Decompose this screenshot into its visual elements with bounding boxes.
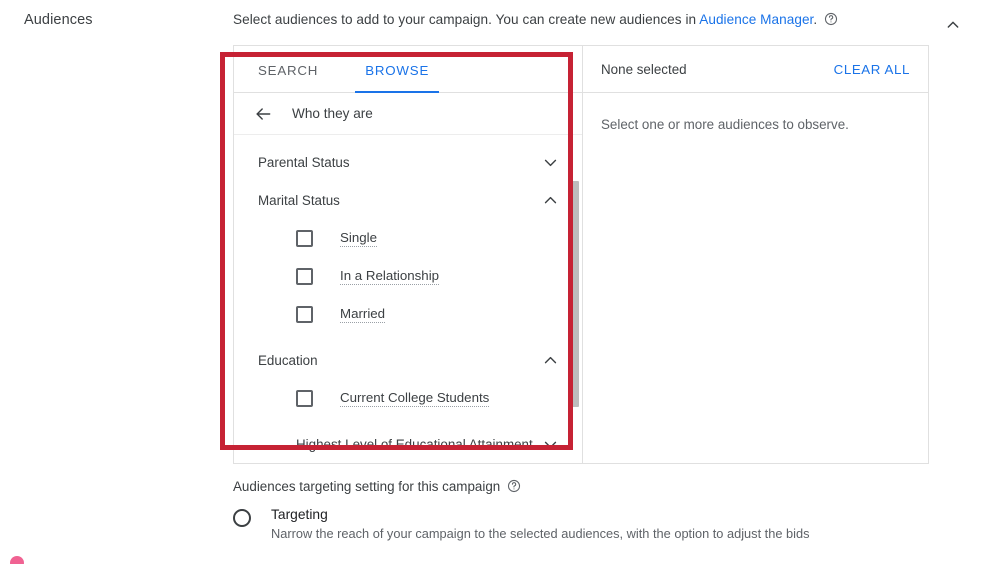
group-label: Highest Level of Educational Attainment xyxy=(296,436,533,452)
group-label: Parental Status xyxy=(258,154,350,170)
audiences-settings-panel: Audiences Select audiences to add to you… xyxy=(0,0,995,564)
targeting-option-description: Narrow the reach of your campaign to the… xyxy=(271,526,810,541)
group-row-parental-status[interactable]: Parental Status xyxy=(234,143,582,181)
group-row-marital-status[interactable]: Marital Status xyxy=(234,181,582,219)
audience-manager-link[interactable]: Audience Manager xyxy=(699,12,813,27)
browse-pane: SEARCH BROWSE Who they are Parental Stat… xyxy=(234,46,583,463)
targeting-setting-title: Audiences targeting setting for this cam… xyxy=(233,479,521,496)
header-description-prefix: Select audiences to add to your campaign… xyxy=(233,12,700,27)
audience-selector-panel: SEARCH BROWSE Who they are Parental Stat… xyxy=(233,45,929,464)
clear-all-button[interactable]: CLEAR ALL xyxy=(834,62,910,77)
selection-empty-text: Select one or more audiences to observe. xyxy=(601,117,849,132)
checkbox-label: Single xyxy=(340,229,377,247)
selection-header: None selected CLEAR ALL xyxy=(583,46,928,93)
breadcrumb-back-row[interactable]: Who they are xyxy=(234,93,582,135)
targeting-setting-label: Audiences targeting setting for this cam… xyxy=(233,479,501,494)
arrow-left-icon[interactable] xyxy=(252,103,274,125)
chevron-up-icon[interactable] xyxy=(540,190,560,210)
checkbox-label: Married xyxy=(340,305,386,323)
checkbox-icon[interactable] xyxy=(296,389,313,407)
browse-tabs: SEARCH BROWSE xyxy=(234,46,582,93)
group-label: Education xyxy=(258,352,318,368)
group-label: Marital Status xyxy=(258,192,340,208)
radio-targeting[interactable] xyxy=(233,509,251,527)
tab-search[interactable]: SEARCH xyxy=(258,46,318,93)
chevron-down-icon[interactable] xyxy=(540,434,560,454)
list-scrollbar[interactable] xyxy=(569,135,580,464)
checkbox-row-single[interactable]: Single xyxy=(234,219,582,257)
header-description-suffix: . xyxy=(813,12,818,27)
checkbox-icon[interactable] xyxy=(296,267,313,285)
checkbox-row-married[interactable]: Married xyxy=(234,295,582,333)
audience-category-list: Parental Status Marital Status Single In… xyxy=(234,135,582,464)
tab-browse[interactable]: BROWSE xyxy=(355,46,440,93)
checkbox-row-current-college-students[interactable]: Current College Students xyxy=(234,379,582,417)
chevron-up-icon xyxy=(947,21,959,28)
group-row-education[interactable]: Education xyxy=(234,341,582,379)
targeting-option-title: Targeting xyxy=(271,507,328,522)
checkbox-icon[interactable] xyxy=(296,229,313,247)
header-description: Select audiences to add to your campaign… xyxy=(233,12,838,29)
page-title: Audiences xyxy=(24,12,93,28)
checkbox-row-in-a-relationship[interactable]: In a Relationship xyxy=(234,257,582,295)
chevron-down-icon[interactable] xyxy=(540,152,560,172)
scrollbar-thumb[interactable] xyxy=(570,181,579,407)
help-circle-icon[interactable] xyxy=(824,12,838,29)
checkbox-label: Current College Students xyxy=(340,389,490,407)
checkbox-icon[interactable] xyxy=(296,305,313,323)
chevron-up-icon[interactable] xyxy=(540,350,560,370)
targeting-option-row[interactable]: Targeting Narrow the reach of your campa… xyxy=(233,507,810,541)
pink-indicator-dot xyxy=(10,556,24,564)
selected-count-label: None selected xyxy=(601,61,687,77)
checkbox-label: In a Relationship xyxy=(340,267,440,285)
breadcrumb-label: Who they are xyxy=(292,106,373,121)
group-row-highest-level-of-educational-attainment[interactable]: Highest Level of Educational Attainment xyxy=(234,425,582,463)
targeting-option-texts: Targeting Narrow the reach of your campa… xyxy=(271,507,810,541)
selection-pane: None selected CLEAR ALL Select one or mo… xyxy=(583,46,928,463)
collapse-section-button[interactable] xyxy=(941,13,965,37)
help-circle-icon[interactable] xyxy=(507,479,521,496)
